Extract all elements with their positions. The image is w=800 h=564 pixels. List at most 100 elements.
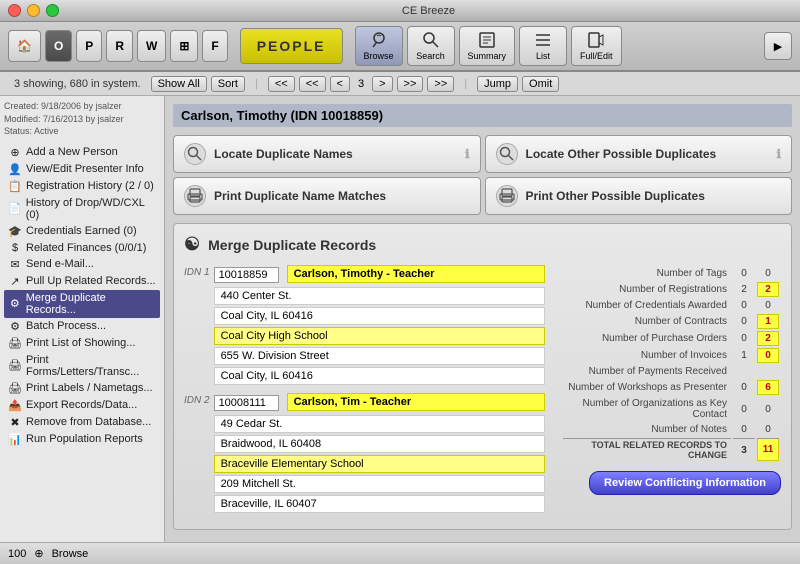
record2-school: Braceville Elementary School (214, 455, 545, 473)
locate-dup-names-button[interactable]: Locate Duplicate Names ℹ (173, 135, 481, 173)
sidebar-label-drop-history: History of Drop/WD/CXL (0) (26, 197, 156, 221)
sidebar-label-view-edit: View/Edit Presenter Info (26, 163, 144, 175)
page-number: 3 (354, 78, 368, 90)
sidebar-item-merge-duplicate[interactable]: ⚙ Merge Duplicate Records... (4, 290, 160, 318)
full-edit-icon-button[interactable]: Full/Edit (571, 26, 622, 66)
review-button[interactable]: Review Conflicting Information (589, 471, 781, 495)
summary-icon-button[interactable]: Summary (459, 26, 516, 66)
record2-address3: 209 Mitchell St. (214, 475, 545, 493)
record2-name: Carlson, Tim - Teacher (287, 393, 545, 411)
info-icon2: ℹ (776, 147, 781, 161)
sidebar-item-print-list[interactable]: 🖨 Print List of Showing... (4, 335, 160, 352)
search-icon-button[interactable]: Search (407, 26, 455, 66)
zoom-slider[interactable]: ⊕ (34, 547, 43, 560)
list-icon: 📋 (8, 180, 22, 193)
list-icon-button[interactable]: List (519, 26, 567, 66)
sidebar-label-reg-history: Registration History (2 / 0) (26, 180, 154, 192)
finance-icon: $ (8, 242, 22, 254)
nav-w-button[interactable]: W (137, 30, 166, 62)
sidebar-item-add-person[interactable]: ⊕ Add a New Person (4, 144, 160, 161)
sidebar-item-batch-process[interactable]: ⚙ Batch Process... (4, 318, 160, 335)
minimize-button[interactable] (27, 4, 40, 17)
stat-val1-tags: 0 (733, 267, 755, 280)
close-button[interactable] (8, 4, 21, 17)
print-dup-names-button[interactable]: Print Duplicate Name Matches (173, 177, 481, 215)
last-button[interactable]: >> (427, 76, 454, 92)
sidebar-label-remove-db: Remove from Database... (26, 416, 151, 428)
sidebar-item-view-edit[interactable]: 👤 View/Edit Presenter Info (4, 161, 160, 178)
jump-button[interactable]: Jump (477, 76, 518, 92)
summary-label: Summary (468, 51, 507, 61)
omit-button[interactable]: Omit (522, 76, 559, 92)
nav-p-button[interactable]: P (76, 30, 102, 62)
people-button[interactable]: People (240, 28, 343, 64)
search-label: Search (416, 51, 445, 61)
stat-val2-payments (757, 365, 779, 378)
stat-label-payments: Number of Payments Received (563, 365, 731, 378)
sidebar-item-reg-history[interactable]: 📋 Registration History (2 / 0) (4, 178, 160, 195)
sidebar-item-print-labels[interactable]: 🖨 Print Labels / Nametags... (4, 380, 160, 397)
sidebar-label-batch-process: Batch Process... (26, 320, 106, 332)
stat-val2-total: 11 (757, 438, 779, 461)
showing-count: 3 showing, 680 in system. (8, 76, 147, 92)
sort-button[interactable]: Sort (211, 76, 245, 92)
sidebar-label-print-labels: Print Labels / Nametags... (26, 382, 153, 394)
sidebar-item-drop-history[interactable]: 📄 History of Drop/WD/CXL (0) (4, 195, 160, 223)
prev-far-button[interactable]: << (299, 76, 326, 92)
locate-other-dup-button[interactable]: Locate Other Possible Duplicates ℹ (485, 135, 793, 173)
stat-row-tags: Number of Tags 0 0 (563, 267, 779, 280)
show-all-button[interactable]: Show All (151, 76, 207, 92)
nav-grid-button[interactable]: ⊞ (170, 30, 198, 62)
stat-val1-registrations: 2 (733, 282, 755, 297)
next-far-button[interactable]: >> (397, 76, 424, 92)
stat-row-registrations: Number of Registrations 2 2 (563, 282, 779, 297)
stat-row-payments: Number of Payments Received (563, 365, 779, 378)
stat-label-workshops: Number of Workshops as Presenter (563, 380, 731, 395)
home-button[interactable]: 🏠 (8, 30, 41, 62)
idn2-label: IDN 2 (184, 395, 210, 406)
sidebar-item-related-records[interactable]: ↗ Pull Up Related Records... (4, 273, 160, 290)
sidebar-item-finances[interactable]: $ Related Finances (0/0/1) (4, 240, 160, 256)
email-icon: ✉ (8, 258, 22, 271)
stat-val1-po: 0 (733, 331, 755, 346)
nav-f-button[interactable]: F (202, 30, 227, 62)
record1-address3: 655 W. Division Street (214, 347, 545, 365)
doc-icon: 📄 (8, 202, 22, 215)
print-other-dup-label: Print Other Possible Duplicates (526, 189, 705, 203)
main-layout: Created: 9/18/2006 by jsalzer Modified: … (0, 96, 800, 542)
print-dup-names-label: Print Duplicate Name Matches (214, 189, 386, 203)
sidebar-item-email[interactable]: ✉ Send e-Mail... (4, 256, 160, 273)
sidebar-label-print-list: Print List of Showing... (26, 337, 135, 349)
sidebar-item-reports[interactable]: 📊 Run Population Reports (4, 431, 160, 448)
sidebar-label-merge-duplicate: Merge Duplicate Records... (26, 292, 156, 316)
browse-icon-button[interactable]: Browse (355, 26, 403, 66)
person-header: Carlson, Timothy (IDN 10018859) (173, 104, 792, 127)
stat-val1-total: 3 (733, 438, 755, 461)
maximize-button[interactable] (46, 4, 59, 17)
expand-button[interactable]: ▶ (764, 32, 792, 60)
remove-icon: ✖ (8, 416, 22, 429)
stat-val1-payments (733, 365, 755, 378)
record2-address4: Braceville, IL 60407 (214, 495, 545, 513)
print-list-icon: 🖨 (8, 337, 22, 350)
merge-icon: ⚙ (8, 297, 22, 310)
sidebar-label-add-person: Add a New Person (26, 146, 118, 158)
nav-o-button[interactable]: O (45, 30, 72, 62)
sidebar-label-reports: Run Population Reports (26, 433, 143, 445)
record1-name: Carlson, Timothy - Teacher (287, 265, 545, 283)
prev-button[interactable]: < (330, 76, 350, 92)
mode-label: Browse (52, 548, 89, 560)
status-info: Status: Active (4, 125, 160, 138)
status-bar: 100 ⊕ Browse (0, 542, 800, 564)
stat-label-total: TOTAL RELATED RECORDS TO CHANGE (563, 438, 731, 461)
sidebar-item-remove-db[interactable]: ✖ Remove from Database... (4, 414, 160, 431)
nav-r-button[interactable]: R (106, 30, 133, 62)
sidebar-item-print-forms[interactable]: 🖨 Print Forms/Letters/Transc... (4, 352, 160, 380)
first-button[interactable]: << (268, 76, 295, 92)
sidebar-item-credentials[interactable]: 🎓 Credentials Earned (0) (4, 223, 160, 240)
record2-address2: Braidwood, IL 60408 (214, 435, 545, 453)
print-other-dup-button[interactable]: Print Other Possible Duplicates (485, 177, 793, 215)
sidebar-item-export[interactable]: 📤 Export Records/Data... (4, 397, 160, 414)
zoom-value: 100 (8, 548, 26, 560)
next-button[interactable]: > (372, 76, 392, 92)
